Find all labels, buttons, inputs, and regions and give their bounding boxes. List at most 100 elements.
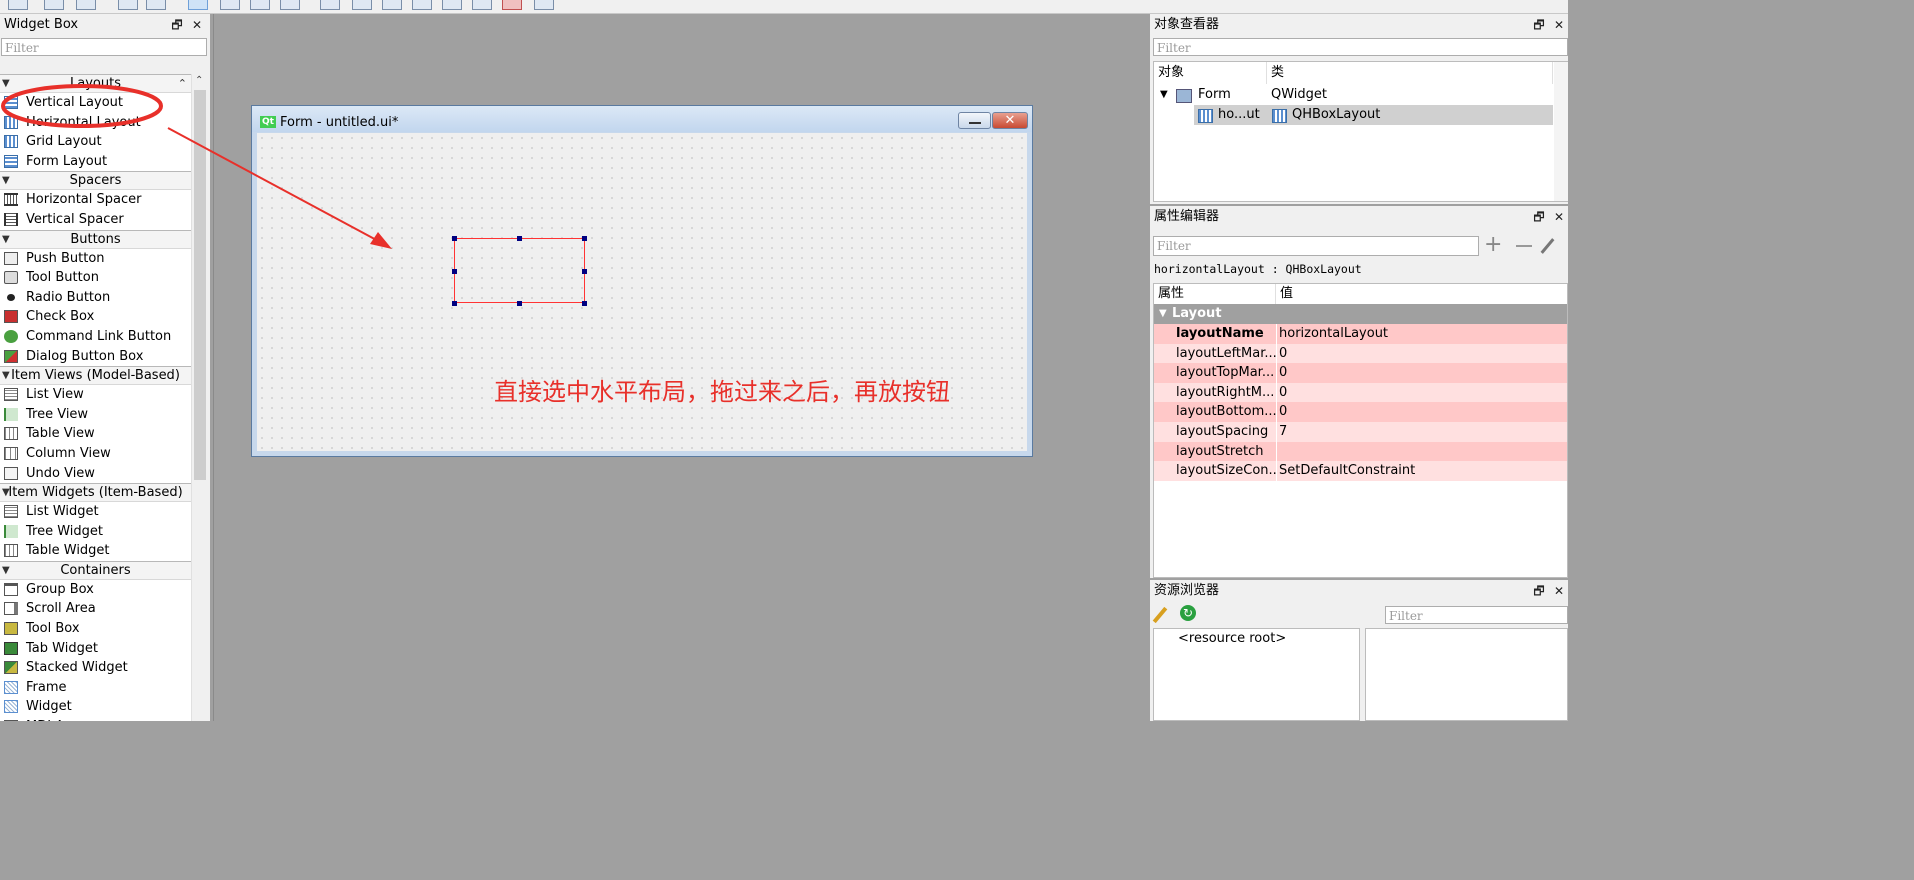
- resize-handle[interactable]: [517, 236, 522, 241]
- resize-handle[interactable]: [452, 301, 457, 306]
- break-layout-icon[interactable]: [502, 0, 522, 10]
- property-value[interactable]: 0: [1279, 363, 1287, 383]
- widget-item-scroll-area[interactable]: Scroll Area: [0, 599, 191, 619]
- column-header-value[interactable]: 值: [1276, 284, 1567, 304]
- float-icon[interactable]: 🗗: [1532, 14, 1546, 36]
- category-containers[interactable]: ▼ Containers: [0, 560, 191, 580]
- chevron-down-icon[interactable]: ▼: [2, 484, 10, 502]
- widget-item-radio-button[interactable]: Radio Button: [0, 288, 191, 308]
- widget-item-grid-layout[interactable]: Grid Layout: [0, 132, 191, 152]
- layout-grid-icon[interactable]: [442, 0, 462, 10]
- object-inspector-filter-input[interactable]: Filter: [1153, 38, 1568, 56]
- new-file-icon[interactable]: [8, 0, 28, 10]
- widget-box-filter-input[interactable]: Filter: [1, 38, 207, 56]
- adjust-size-icon[interactable]: [534, 0, 554, 10]
- property-value[interactable]: SetDefaultConstraint: [1279, 461, 1415, 481]
- widget-item-tool-box[interactable]: Tool Box: [0, 619, 191, 639]
- edit-resources-icon[interactable]: [1152, 606, 1168, 624]
- widget-item-vertical-layout[interactable]: Vertical Layout: [0, 93, 191, 113]
- edit-tab-order-icon[interactable]: [280, 0, 300, 10]
- layout-splitter-h-icon[interactable]: [382, 0, 402, 10]
- resize-handle[interactable]: [582, 269, 587, 274]
- widget-item-widget[interactable]: Widget: [0, 697, 191, 717]
- close-icon[interactable]: ✕: [190, 14, 204, 36]
- widget-item-tree-view[interactable]: Tree View: [0, 405, 191, 425]
- property-row[interactable]: layoutName horizontalLayout: [1154, 324, 1567, 344]
- property-value[interactable]: 0: [1279, 344, 1287, 364]
- widget-item-table-widget[interactable]: Table Widget: [0, 541, 191, 561]
- column-header-object[interactable]: 对象: [1154, 62, 1267, 84]
- chevron-up-icon[interactable]: ⌃: [178, 75, 187, 93]
- column-header-class[interactable]: 类: [1267, 62, 1553, 84]
- property-value[interactable]: 0: [1279, 383, 1287, 403]
- save-file-icon[interactable]: [76, 0, 96, 10]
- float-icon[interactable]: 🗗: [1532, 580, 1546, 602]
- reload-icon[interactable]: ↻: [1180, 605, 1196, 621]
- property-row[interactable]: layoutStretch: [1154, 441, 1567, 462]
- paste-icon[interactable]: [146, 0, 166, 10]
- column-header-property[interactable]: 属性: [1154, 284, 1276, 304]
- scrollbar-thumb[interactable]: [194, 90, 206, 480]
- resize-handle[interactable]: [517, 301, 522, 306]
- widget-item-command-link-button[interactable]: Command Link Button: [0, 327, 191, 347]
- layout-splitter-v-icon[interactable]: [412, 0, 432, 10]
- float-icon[interactable]: 🗗: [170, 14, 184, 36]
- resize-handle[interactable]: [452, 269, 457, 274]
- close-icon[interactable]: ✕: [1552, 14, 1566, 36]
- edit-signals-icon[interactable]: [220, 0, 240, 10]
- open-file-icon[interactable]: [44, 0, 64, 10]
- category-item-widgets-item-based[interactable]: ▼ Item Widgets (Item-Based): [0, 483, 191, 503]
- chevron-down-icon[interactable]: ▼: [1160, 85, 1168, 105]
- category-item-views-model-based[interactable]: ▼ Item Views (Model-Based): [0, 366, 191, 386]
- widget-item-horizontal-spacer[interactable]: Horizontal Spacer: [0, 190, 191, 210]
- widget-item-column-view[interactable]: Column View: [0, 444, 191, 464]
- chevron-down-icon[interactable]: ▼: [2, 367, 10, 385]
- widget-item-list-view[interactable]: List View: [0, 385, 191, 405]
- layout-vertical-icon[interactable]: [352, 0, 372, 10]
- property-group-header[interactable]: ▼ Layout: [1154, 304, 1567, 324]
- category-spacers[interactable]: ▼ Spacers: [0, 171, 191, 191]
- add-property-icon[interactable]: +: [1484, 234, 1502, 256]
- tree-row-form[interactable]: ▼ Form QWidget: [1154, 85, 1553, 105]
- close-icon[interactable]: ✕: [1552, 580, 1566, 602]
- property-row[interactable]: layoutRightM... 0: [1154, 382, 1567, 403]
- resource-root-item[interactable]: <resource root>: [1178, 631, 1286, 646]
- widget-item-mdi-area[interactable]: MDI Area: [0, 717, 191, 721]
- property-value[interactable]: 7: [1279, 422, 1287, 442]
- resize-handle[interactable]: [582, 236, 587, 241]
- minimize-button[interactable]: [958, 112, 991, 129]
- edit-buddies-icon[interactable]: [250, 0, 270, 10]
- widget-item-stacked-widget[interactable]: Stacked Widget: [0, 658, 191, 678]
- widget-item-horizontal-layout[interactable]: Horizontal Layout: [0, 113, 191, 133]
- property-row[interactable]: layoutSizeCon... SetDefaultConstraint: [1154, 461, 1567, 481]
- horizontal-layout-box[interactable]: [452, 236, 587, 306]
- widget-item-group-box[interactable]: Group Box: [0, 580, 191, 600]
- property-row[interactable]: layoutBottom... 0: [1154, 402, 1567, 422]
- widget-item-undo-view[interactable]: Undo View: [0, 464, 191, 484]
- resize-handle[interactable]: [582, 301, 587, 306]
- widget-item-table-view[interactable]: Table View: [0, 424, 191, 444]
- widget-item-push-button[interactable]: Push Button: [0, 249, 191, 269]
- close-window-button[interactable]: ✕: [992, 112, 1028, 129]
- remove-property-icon[interactable]: [1516, 245, 1532, 247]
- resource-filter-input[interactable]: Filter: [1385, 606, 1568, 624]
- property-row[interactable]: layoutTopMar... 0: [1154, 363, 1567, 383]
- layout-form-icon[interactable]: [472, 0, 492, 10]
- widget-item-form-layout[interactable]: Form Layout: [0, 152, 191, 172]
- widget-item-tree-widget[interactable]: Tree Widget: [0, 522, 191, 542]
- property-value[interactable]: 0: [1279, 402, 1287, 422]
- chevron-down-icon[interactable]: ▼: [2, 75, 10, 93]
- widget-item-tool-button[interactable]: Tool Button: [0, 268, 191, 288]
- chevron-down-icon[interactable]: ▼: [2, 562, 10, 580]
- widget-item-frame[interactable]: Frame: [0, 678, 191, 698]
- layout-horizontal-icon[interactable]: [320, 0, 340, 10]
- object-tree-scrollbar[interactable]: [1554, 62, 1568, 201]
- widget-item-dialog-button-box[interactable]: Dialog Button Box: [0, 347, 191, 367]
- tree-row-layout[interactable]: ho...ut QHBoxLayout: [1194, 105, 1553, 125]
- widget-box-scrollbar[interactable]: ⌃: [191, 74, 209, 721]
- widget-item-tab-widget[interactable]: Tab Widget: [0, 639, 191, 659]
- float-icon[interactable]: 🗗: [1532, 206, 1546, 228]
- scroll-up-icon[interactable]: ⌃: [195, 75, 203, 86]
- resize-handle[interactable]: [452, 236, 457, 241]
- category-buttons[interactable]: ▼ Buttons: [0, 229, 191, 249]
